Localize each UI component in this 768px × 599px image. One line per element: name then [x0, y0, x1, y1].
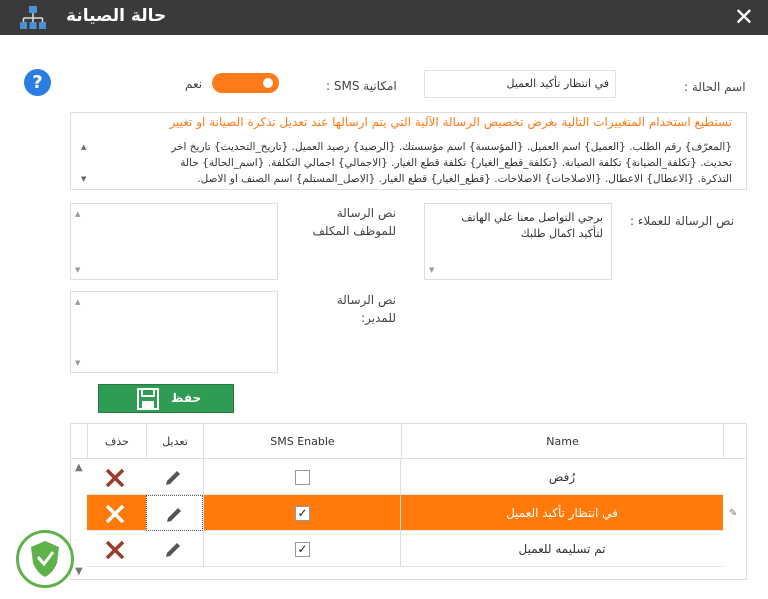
delete-cell: [87, 531, 146, 567]
grid-header: حذف تعديل SMS Enable Name: [71, 424, 746, 459]
scroll-up-arrow[interactable]: ▲: [81, 143, 86, 151]
title-bar: حالة الصيانة ✕: [0, 0, 768, 35]
sms-enable-checkbox[interactable]: ✓: [295, 542, 310, 557]
table-row[interactable]: ✓ في انتظار تأكيد العميل: [87, 495, 723, 531]
save-button-label: حفظ: [171, 391, 202, 405]
edit-pencil-icon[interactable]: [162, 539, 184, 561]
delete-cell: [87, 459, 146, 495]
window-title: حالة الصيانة: [66, 6, 167, 26]
company-logo: [16, 530, 74, 588]
scroll-down-arrow[interactable]: ▼: [81, 175, 86, 183]
row-name: تم تسليمه للعميل: [518, 542, 606, 556]
delete-cell: [87, 495, 146, 531]
floppy-disk-icon: [137, 388, 159, 410]
employee-label-line-1: نص الرسالة: [336, 206, 396, 220]
scroll-up-arrow[interactable]: ▲: [75, 298, 80, 306]
toggle-knob: [263, 78, 273, 88]
employee-message-label: نص الرسالة للموظف المكلف: [300, 206, 396, 238]
status-grid: حذف تعديل SMS Enable Name ▲ ▼ ✎ رُفض ✓ ف…: [70, 423, 747, 580]
sms-enable-checkbox[interactable]: ✓: [295, 506, 310, 521]
current-row-pencil-icon: ✎: [729, 508, 738, 519]
sms-cell: ✓: [203, 531, 401, 567]
edit-pencil-icon[interactable]: [163, 504, 185, 526]
manager-message-label: نص الرسالة للمدير:: [300, 293, 396, 325]
table-row[interactable]: ✓ تم تسليمه للعميل: [87, 531, 723, 567]
customer-message-textarea[interactable]: برجي التواصل معنا علي الهاتف لتأكيد اكما…: [424, 203, 612, 280]
sms-option-label: امكانية SMS :: [326, 79, 397, 93]
edit-pencil-icon[interactable]: [162, 467, 184, 489]
sitemap-icon: [20, 6, 46, 29]
customer-message-label: نص الرسالة للعملاء :: [630, 214, 735, 228]
scroll-down-arrow[interactable]: ▼: [75, 359, 80, 367]
scroll-down-arrow[interactable]: ▼: [429, 266, 434, 274]
help-icon[interactable]: ?: [24, 69, 51, 96]
header-sms-enable[interactable]: SMS Enable: [203, 424, 401, 459]
info-line-2: تحديث. {تكلفة_الصيانة} تكلفة الصيانة. {ت…: [180, 157, 732, 169]
variables-info-box: تستطيع استخدام المتغييرات التالية بغرض ت…: [70, 112, 747, 190]
shield-logo-icon: [31, 541, 59, 577]
edit-cell: [146, 459, 203, 495]
row-name: في انتظار تأكيد العميل: [506, 506, 618, 520]
header-spacer: [71, 424, 87, 459]
table-row[interactable]: رُفض: [87, 459, 723, 495]
manager-message-textarea[interactable]: ▲ ▼: [70, 291, 278, 373]
header-name[interactable]: Name: [401, 424, 723, 459]
header-row-selector: [723, 424, 748, 459]
row-name: رُفض: [548, 470, 576, 484]
scroll-down-arrow[interactable]: ▼: [75, 566, 83, 577]
sms-cell: [203, 459, 401, 495]
employee-message-textarea[interactable]: ▲ ▼: [70, 203, 278, 280]
info-line-1: {المعرّف} رقم الطلب. {العميل} اسم العميل…: [171, 141, 732, 153]
scroll-up-arrow[interactable]: ▲: [75, 210, 80, 218]
delete-icon[interactable]: [104, 467, 126, 489]
save-button[interactable]: حفظ: [98, 384, 234, 413]
status-name-label: اسم الحالة :: [684, 80, 746, 94]
info-line-3: التذكرة. {الاعطال} الاعطال. {الاصلاحات} …: [197, 173, 732, 185]
delete-icon[interactable]: [104, 539, 126, 561]
info-heading: تستطيع استخدام المتغييرات التالية بغرض ت…: [169, 115, 732, 129]
customer-message-text: برجي التواصل معنا علي الهاتف لتأكيد اكما…: [461, 211, 603, 240]
sms-toggle[interactable]: [212, 73, 279, 93]
status-name-input[interactable]: في انتظار تأكيد العميل: [424, 70, 616, 98]
manager-label-line-2: للمدير:: [361, 311, 396, 325]
delete-icon[interactable]: [104, 503, 126, 525]
scroll-down-arrow[interactable]: ▼: [75, 266, 80, 274]
manager-label-line-1: نص الرسالة: [336, 293, 396, 307]
employee-label-line-2: للموظف المكلف: [312, 224, 396, 238]
header-delete[interactable]: حذف: [87, 424, 146, 459]
sms-toggle-label: نعم: [185, 77, 203, 91]
sms-cell: ✓: [203, 495, 401, 531]
sms-enable-checkbox[interactable]: [295, 470, 310, 485]
edit-cell: [146, 495, 203, 531]
edit-cell: [146, 531, 203, 567]
scroll-up-arrow[interactable]: ▲: [75, 462, 83, 473]
header-edit[interactable]: تعديل: [146, 424, 203, 459]
close-button[interactable]: ✕: [734, 4, 754, 30]
